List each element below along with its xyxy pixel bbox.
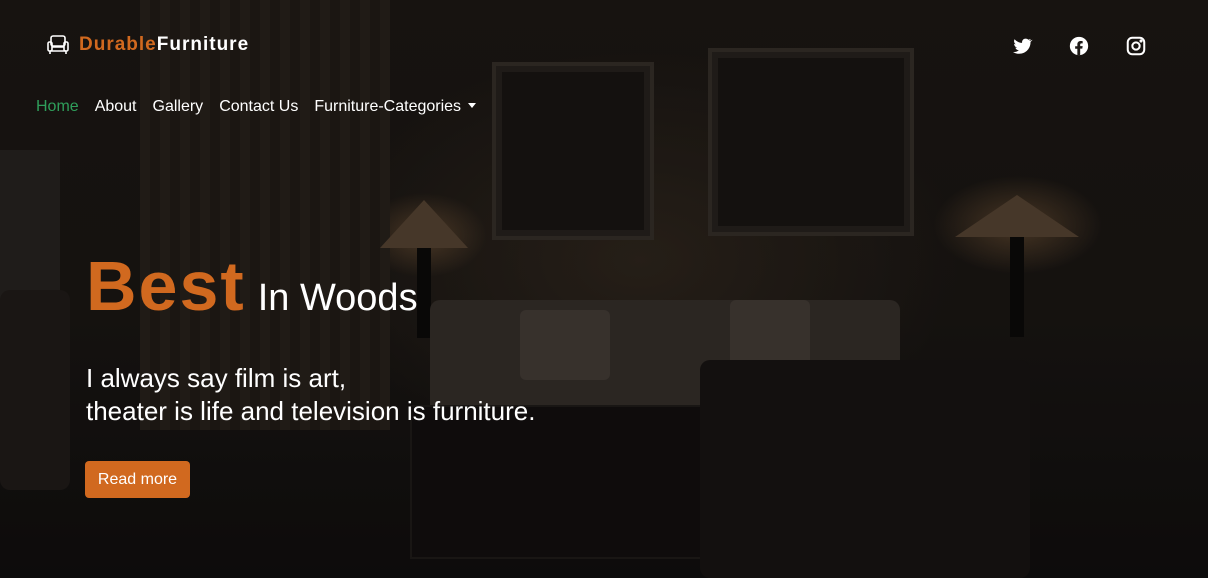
facebook-icon[interactable] [1068,35,1090,57]
instagram-icon[interactable] [1125,35,1147,57]
brand-name-part2: Furniture [156,34,250,55]
quote-line-1: I always say film is art, [86,363,347,393]
armchair-icon [46,33,70,57]
nav-about[interactable]: About [95,98,137,116]
twitter-icon[interactable] [1011,35,1033,57]
headline-emphasis: Best [86,247,246,325]
nav-contact-us[interactable]: Contact Us [219,98,298,116]
hero-quote: I always say film is art, theater is lif… [86,362,535,428]
nav-furniture-categories-label: Furniture-Categories [314,98,462,115]
nav-furniture-categories-dropdown[interactable]: Furniture-Categories [314,98,477,116]
hero-headline: Best In Woods [86,246,418,326]
read-more-button[interactable]: Read more [85,461,190,498]
brand-name-part1: Durable [79,34,157,55]
main-nav: Home About Gallery Contact Us Furniture-… [36,98,477,116]
quote-line-2: theater is life and television is furnit… [86,396,536,426]
nav-gallery[interactable]: Gallery [153,98,204,116]
headline-rest: In Woods [257,277,418,319]
caret-down-icon [468,103,477,108]
nav-home[interactable]: Home [36,98,79,116]
brand-logo[interactable]: Durable Furniture [46,33,249,57]
